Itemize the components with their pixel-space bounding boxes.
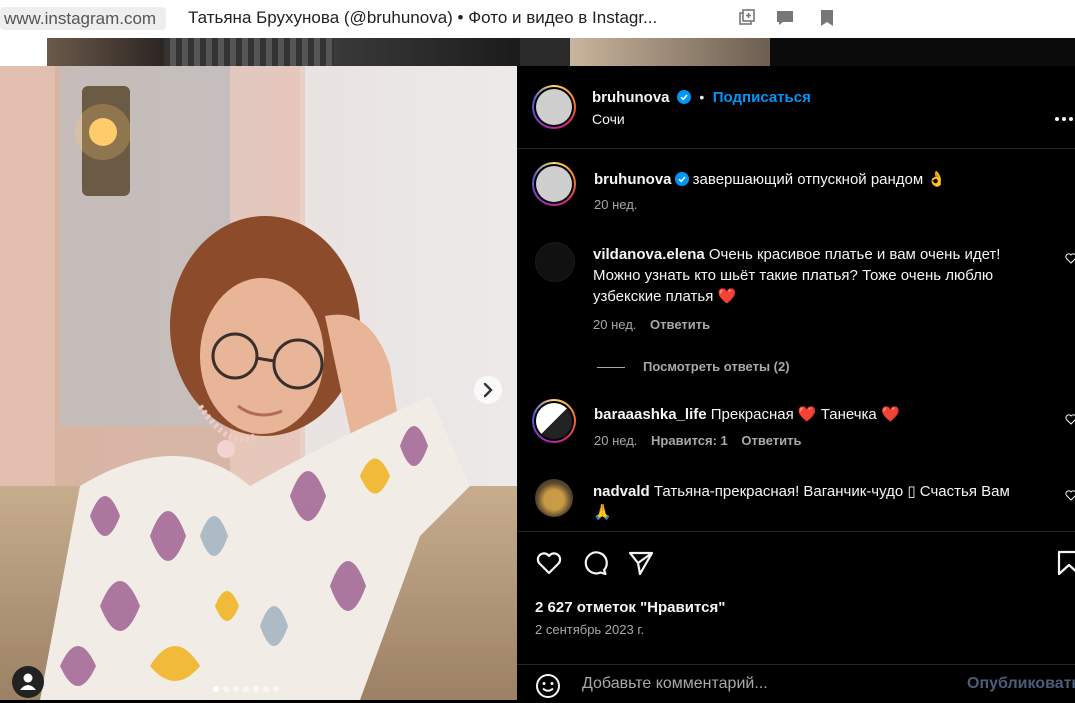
comment-text: Татьяна-прекрасная! Ваганчик-чудо	[653, 483, 908, 500]
browser-toolbar: www.instagram.com Татьяна Брухунова (@br…	[0, 0, 1075, 38]
pray-emoji: 🙏	[593, 504, 612, 521]
post-actions: 2 627 отметок "Нравится" 2 сентябрь 2023…	[517, 531, 1075, 702]
verified-badge-icon	[676, 90, 691, 104]
carousel-dot	[243, 686, 249, 692]
post-location[interactable]: Сочи	[592, 111, 625, 127]
bookmark-icon[interactable]	[1055, 549, 1075, 577]
comment-text: узбекские платья	[593, 288, 714, 305]
comment-likes[interactable]: Нравится: 1	[651, 433, 728, 448]
comment-text: Танечка	[820, 406, 877, 423]
author-username[interactable]: bruhunova	[592, 89, 670, 106]
comment-text: Можно узнать кто шьёт такие платья? Тоже…	[593, 267, 994, 284]
heart-emoji: ❤️	[717, 288, 737, 305]
author-avatar[interactable]	[532, 85, 576, 129]
separator-dot: •	[699, 89, 705, 105]
divider-line	[597, 367, 625, 369]
address-bar[interactable]: www.instagram.com	[0, 7, 166, 30]
caption-username[interactable]: bruhunova	[594, 171, 672, 188]
commenter-avatar[interactable]	[535, 242, 575, 282]
post-detail-panel: bruhunova • Подписаться Сочи bruhunova з…	[517, 66, 1075, 700]
commenter-avatar[interactable]	[532, 399, 576, 443]
emoji-icon[interactable]	[535, 673, 561, 699]
portrait-image	[0, 66, 517, 700]
post-date[interactable]: 2 сентябрь 2023 г.	[535, 622, 644, 637]
follow-button[interactable]: Подписаться	[713, 89, 811, 106]
comment-text: Счастья Вам	[915, 483, 1010, 500]
comment-input[interactable]: Добавьте комментарий...	[582, 675, 768, 693]
view-replies-button[interactable]: Посмотреть ответы (2)	[597, 359, 790, 374]
heart-icon[interactable]	[535, 549, 563, 577]
carousel-dot	[263, 686, 269, 692]
tagged-users-button[interactable]	[12, 666, 44, 698]
heart-emoji: ❤️	[797, 406, 817, 423]
share-icon[interactable]	[627, 549, 655, 577]
caption-author-avatar[interactable]	[532, 162, 576, 206]
heart-emoji: ❤️	[880, 406, 900, 423]
publish-button[interactable]: Опубликовать	[967, 675, 1075, 693]
carousel-dots	[213, 686, 279, 694]
comment-username[interactable]: vildanova.elena	[593, 246, 705, 263]
comment-username[interactable]: baraaashka_life	[594, 406, 707, 423]
bookmark-icon[interactable]	[817, 8, 837, 28]
carousel-dot	[233, 686, 239, 692]
comment-icon[interactable]	[581, 549, 609, 577]
caption-text: завершающий отпускной рандом 👌	[692, 171, 947, 188]
page-title: Татьяна Брухунова (@bruhunova) • Фото и …	[188, 8, 658, 27]
add-comment-bar: Добавьте комментарий... Опубликовать	[517, 664, 1075, 703]
comment-text: Прекрасная	[710, 406, 794, 423]
comment-time[interactable]: 20 нед.	[594, 433, 637, 448]
likes-count[interactable]: 2 627 отметок "Нравится"	[535, 599, 725, 616]
reply-button[interactable]: Ответить	[650, 317, 710, 332]
post-header: bruhunova • Подписаться Сочи	[517, 66, 1075, 149]
chat-icon[interactable]	[775, 8, 795, 28]
post-photo[interactable]	[0, 66, 517, 700]
like-comment-icon[interactable]	[1065, 252, 1075, 264]
carousel-dot	[213, 686, 219, 692]
carousel-dot	[223, 686, 229, 692]
carousel-dot	[273, 686, 279, 692]
carousel-dot	[253, 686, 259, 692]
reply-button[interactable]: Ответить	[741, 433, 801, 448]
comment-time[interactable]: 20 нед.	[593, 317, 636, 332]
like-comment-icon[interactable]	[1065, 489, 1075, 501]
verified-badge-icon	[674, 172, 689, 186]
comment-username[interactable]: nadvald	[593, 483, 650, 500]
tab-add-icon[interactable]	[737, 8, 757, 28]
unsupported-emoji-glyph: ▯	[907, 483, 916, 500]
more-icon	[1055, 117, 1073, 121]
like-comment-icon[interactable]	[1065, 413, 1075, 425]
user-icon	[20, 673, 36, 690]
chevron-right-icon	[483, 382, 493, 398]
thumbnail-strip	[0, 38, 1075, 66]
more-options-button[interactable]	[1054, 106, 1074, 127]
comment-text: Очень красивое платье и вам очень идет!	[708, 246, 1001, 263]
commenter-avatar[interactable]	[535, 479, 573, 517]
caption-time[interactable]: 20 нед.	[594, 197, 1054, 212]
next-photo-button[interactable]	[474, 376, 502, 404]
